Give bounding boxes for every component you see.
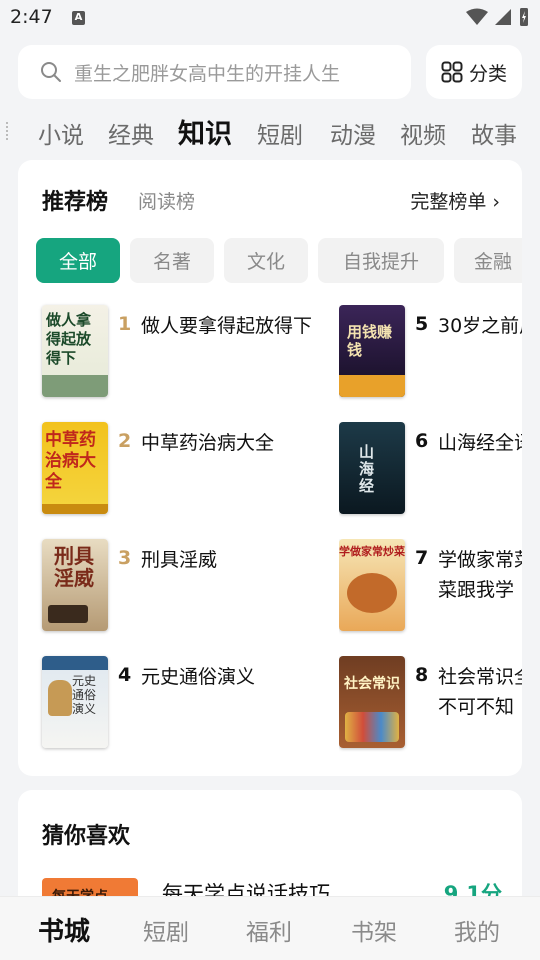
book-cover: 社会常识 [339,656,405,748]
guess-you-like-card: 猜你喜欢 每天学点 每天学点说话技巧 9.1分 [18,790,522,910]
nav-short-drama[interactable]: 短剧 [143,913,189,947]
rank-number: 1 [118,313,132,335]
guess-title: 猜你喜欢 [42,824,131,849]
book-title: 社会常识全知道：不可不知 [438,666,522,718]
nav-benefits[interactable]: 福利 [246,913,292,947]
drag-handle-icon[interactable] [6,122,10,140]
ranked-book[interactable]: 做人拿得起放得下 1 做人要拿得起放得下 [42,305,312,401]
rank-number: 8 [415,664,429,686]
cover-people [345,712,399,742]
filter-chip-self-improvement[interactable]: 自我提升 [318,238,444,283]
tab-short-drama[interactable]: 短剧 [257,116,303,150]
signal-icon [495,9,511,25]
book-cover: 中草药治病大全 [42,422,108,514]
book-cover: 元史通俗演义 [42,656,108,748]
status-time: 2:47 [10,6,53,28]
status-icons [466,7,530,27]
ranked-book[interactable]: 中草药治病大全 2 中草药治病大全 [42,422,292,518]
bottom-nav: 书城 短剧 福利 书架 我的 [0,896,540,960]
category-label: 分类 [468,62,507,85]
cover-band [48,605,88,623]
cover-text: 刑具淫威 [54,544,94,590]
book-title: 做人要拿得起放得下 [141,315,313,337]
ranked-book[interactable]: 用钱赚钱 5 30岁之前用钱赚钱 [339,305,522,401]
tab-anime[interactable]: 动漫 [330,116,376,150]
book-title: 山海经全译 [438,432,522,454]
tab-recommend-rank[interactable]: 推荐榜 [42,184,108,216]
filter-chips: 全部 名著 文化 自我提升 金融 [36,238,522,284]
channel-tabs: 小说 经典 知识 短剧 动漫 视频 故事 [0,108,540,154]
cover-text: 中草药治病大全 [45,430,96,492]
cover-band [42,656,108,670]
cover-band [42,375,108,397]
status-bar: 2:47 A [0,0,540,36]
cover-text: 做人拿得起放得下 [46,311,92,367]
book-title: 刑具淫威 [141,549,218,571]
full-list-link[interactable]: 完整榜单 › [410,187,500,214]
search-input[interactable]: 重生之肥胖女高中生的开挂人生 [18,45,411,99]
cover-band [42,504,108,514]
search-icon [41,62,61,82]
filter-chip-finance[interactable]: 金融 [454,238,522,283]
filter-chip-all[interactable]: 全部 [36,238,120,283]
tab-reading-rank[interactable]: 阅读榜 [138,187,195,214]
ranked-book[interactable]: 山海经 6 山海经全译 [339,422,522,518]
grid-icon [441,61,463,83]
cover-text: 社会常识 [344,676,400,692]
ranked-book[interactable]: 元史通俗演义 4 元史通俗演义 [42,656,292,752]
tab-story[interactable]: 故事 [471,116,517,150]
nav-me[interactable]: 我的 [454,913,500,947]
book-cover: 用钱赚钱 [339,305,405,397]
tab-novel[interactable]: 小说 [38,116,84,150]
notification-icon: A [72,11,85,25]
battery-charging-icon [520,8,528,26]
filter-chip-classics[interactable]: 名著 [130,238,214,283]
book-title: 学做家常菜：家常菜跟我学 [438,549,522,601]
book-title: 30岁之前用钱赚钱 [438,315,522,337]
category-button[interactable]: 分类 [426,45,522,99]
rank-number: 2 [118,430,132,452]
cover-text: 元史通俗演义 [72,674,97,716]
tab-classic[interactable]: 经典 [108,116,154,150]
cover-text: 学做家常炒菜 [339,545,405,558]
rank-number: 6 [415,430,429,452]
rank-number: 7 [415,547,429,569]
search-placeholder: 重生之肥胖女高中生的开挂人生 [74,62,341,85]
cover-dish [347,573,397,613]
ranked-book[interactable]: 刑具淫威 3 刑具淫威 [42,539,292,635]
rank-number: 5 [415,313,429,335]
book-cover: 学做家常炒菜 [339,539,405,631]
tab-video[interactable]: 视频 [400,116,446,150]
rank-number: 3 [118,547,132,569]
rank-number: 4 [118,664,132,686]
ranked-book[interactable]: 社会常识 8 社会常识全知道：不可不知 [339,656,522,752]
nav-bookstore[interactable]: 书城 [38,911,90,948]
book-cover: 做人拿得起放得下 [42,305,108,397]
tab-knowledge[interactable]: 知识 [178,112,232,151]
book-cover: 山海经 [339,422,405,514]
ranking-card: 推荐榜 阅读榜 完整榜单 › 全部 名著 文化 自我提升 金融 做人拿得起放得下… [18,160,522,776]
book-cover: 刑具淫威 [42,539,108,631]
book-title: 中草药治病大全 [141,432,275,454]
cover-text: 山海经 [359,443,375,495]
nav-bookshelf[interactable]: 书架 [351,913,397,947]
filter-chip-culture[interactable]: 文化 [224,238,308,283]
cover-band [339,375,405,397]
ranked-book[interactable]: 学做家常炒菜 7 学做家常菜：家常菜跟我学 [339,539,522,635]
cover-text: 用钱赚钱 [347,323,393,359]
cover-figure [48,680,72,716]
wifi-icon [466,8,488,25]
book-title: 元史通俗演义 [141,666,256,688]
